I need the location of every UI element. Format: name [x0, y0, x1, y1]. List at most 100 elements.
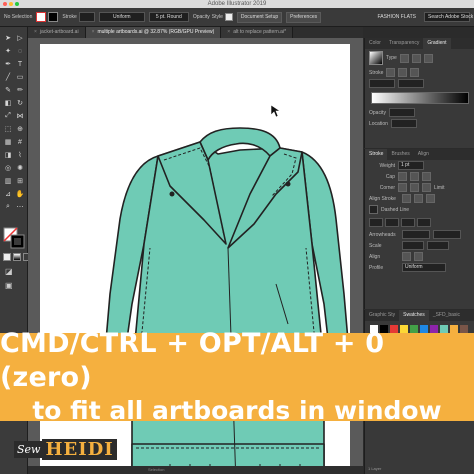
close-tab-icon[interactable]: ×: [227, 27, 230, 38]
freeform-gradient-icon[interactable]: [423, 53, 433, 63]
fill-stroke-icon[interactable]: [3, 227, 25, 249]
preferences-button[interactable]: Preferences: [286, 11, 322, 23]
magic-wand-tool-icon[interactable]: ✦: [3, 46, 13, 56]
scale-tool-icon[interactable]: ⤢: [3, 111, 13, 121]
eyedropper-tool-icon[interactable]: ⌇: [15, 150, 25, 160]
stroke-along-icon[interactable]: [398, 68, 408, 77]
graph-tool-icon[interactable]: ▥: [3, 176, 13, 186]
symbol-sprayer-tool-icon[interactable]: ✺: [15, 163, 25, 173]
tab-swatches[interactable]: Swatches: [399, 310, 429, 321]
line-tool-icon[interactable]: ╱: [3, 72, 13, 82]
profile-select[interactable]: Uniform: [402, 263, 446, 272]
pen-tool-icon[interactable]: ✒: [3, 59, 13, 69]
gradient-mode-icon[interactable]: [13, 253, 21, 261]
eraser-tool-icon[interactable]: ◧: [3, 98, 13, 108]
minimize-window-button[interactable]: [9, 2, 13, 6]
selection-tool-icon[interactable]: ➤: [3, 33, 13, 43]
workspace-switcher[interactable]: FASHION FLATS: [377, 14, 416, 20]
close-tab-icon[interactable]: ×: [92, 27, 95, 38]
aspect-ratio-field[interactable]: [398, 79, 424, 88]
document-tab[interactable]: × jacket-artboard.ai: [28, 27, 86, 38]
gap-field[interactable]: [385, 217, 399, 227]
dash-field[interactable]: [369, 217, 383, 227]
gap-field[interactable]: [417, 217, 431, 227]
stroke-swatch[interactable]: [48, 12, 59, 22]
variable-width-profile[interactable]: Uniform: [98, 12, 145, 22]
lasso-tool-icon[interactable]: ◌: [15, 46, 25, 56]
opacity-label[interactable]: Opacity: [193, 14, 210, 20]
document-tab-active[interactable]: × multiple artboards.ai @ 32.87% (RGB/GP…: [85, 27, 222, 38]
perspective-grid-tool-icon[interactable]: ▦: [3, 137, 13, 147]
end-arrowhead-select[interactable]: [433, 230, 461, 239]
window-controls[interactable]: [3, 2, 19, 6]
free-transform-tool-icon[interactable]: ⬚: [3, 124, 13, 134]
brush-definition[interactable]: 5 pt. Round: [148, 12, 189, 22]
mesh-tool-icon[interactable]: #: [15, 137, 25, 147]
edit-toolbar-icon[interactable]: ⋯: [15, 202, 25, 212]
tab-sfd-basic[interactable]: _SFD_basic: [429, 310, 464, 321]
rectangle-tool-icon[interactable]: ▭: [15, 72, 25, 82]
stroke-across-icon[interactable]: [410, 68, 420, 77]
document-setup-button[interactable]: Document Setup: [236, 11, 283, 23]
miter-join-icon[interactable]: [398, 183, 407, 192]
pencil-tool-icon[interactable]: ✏: [15, 85, 25, 95]
gradient-tool-icon[interactable]: ◨: [3, 150, 13, 160]
draw-mode-icon[interactable]: ◪: [5, 267, 13, 276]
opacity-field[interactable]: [388, 108, 415, 117]
zoom-window-button[interactable]: [15, 2, 19, 6]
hand-tool-icon[interactable]: ✋: [15, 189, 25, 199]
start-scale-field[interactable]: [402, 241, 424, 250]
document-tab[interactable]: × alt to replace pattern.ai*: [221, 27, 294, 38]
projecting-cap-icon[interactable]: [422, 172, 431, 181]
tab-graphic-styles[interactable]: Graphic Sty: [365, 310, 399, 321]
tab-gradient[interactable]: Gradient: [423, 38, 451, 49]
style-swatch[interactable]: [224, 13, 233, 21]
close-window-button[interactable]: [3, 2, 7, 6]
align-center-icon[interactable]: [402, 194, 411, 203]
color-mode-icon[interactable]: [3, 253, 11, 261]
fill-stroke-widget[interactable]: [3, 227, 25, 249]
adobe-stock-search[interactable]: Search Adobe Stock: [424, 12, 473, 22]
bevel-join-icon[interactable]: [422, 183, 431, 192]
tab-brushes[interactable]: Brushes: [387, 149, 413, 160]
angle-field[interactable]: [369, 79, 395, 88]
paintbrush-tool-icon[interactable]: ✎: [3, 85, 13, 95]
slice-tool-icon[interactable]: ⊿: [3, 189, 13, 199]
fill-swatch[interactable]: [36, 12, 47, 22]
tab-transparency[interactable]: Transparency: [385, 38, 423, 49]
start-arrowhead-select[interactable]: [402, 230, 430, 239]
gradient-slider[interactable]: [371, 92, 469, 104]
linear-gradient-icon[interactable]: [399, 53, 409, 63]
round-cap-icon[interactable]: [410, 172, 419, 181]
rotate-tool-icon[interactable]: ↻: [15, 98, 25, 108]
type-tool-icon[interactable]: T: [15, 59, 25, 69]
butt-cap-icon[interactable]: [398, 172, 407, 181]
align-outside-icon[interactable]: [426, 194, 435, 203]
shape-builder-tool-icon[interactable]: ⊕: [15, 124, 25, 134]
current-tool-status[interactable]: Selection: [148, 466, 164, 474]
arrow-tip-at-end-icon[interactable]: [414, 252, 423, 261]
tab-align[interactable]: Align: [414, 149, 433, 160]
stroke-within-icon[interactable]: [386, 68, 396, 77]
blend-tool-icon[interactable]: ◎: [3, 163, 13, 173]
tab-stroke[interactable]: Stroke: [365, 149, 388, 160]
close-tab-icon[interactable]: ×: [34, 27, 37, 38]
screen-mode-icon[interactable]: ▣: [5, 281, 13, 290]
direct-selection-tool-icon[interactable]: ▷: [15, 33, 25, 43]
round-join-icon[interactable]: [410, 183, 419, 192]
location-field[interactable]: [390, 119, 417, 128]
location-label: Location: [369, 120, 388, 127]
arrow-tip-beyond-icon[interactable]: [402, 252, 411, 261]
end-scale-field[interactable]: [427, 241, 449, 250]
tab-color[interactable]: Color: [365, 38, 385, 49]
dashed-line-checkbox[interactable]: [369, 205, 378, 214]
width-tool-icon[interactable]: ⋈: [15, 111, 25, 121]
artboard-tool-icon[interactable]: ⊞: [15, 176, 25, 186]
dash-field[interactable]: [401, 217, 415, 227]
radial-gradient-icon[interactable]: [411, 53, 421, 63]
zoom-tool-icon[interactable]: ⌕: [3, 202, 13, 212]
weight-field[interactable]: 1 pt: [398, 161, 424, 170]
align-inside-icon[interactable]: [414, 194, 423, 203]
gradient-thumbnail[interactable]: [369, 51, 383, 65]
stroke-weight-field[interactable]: [78, 12, 95, 22]
